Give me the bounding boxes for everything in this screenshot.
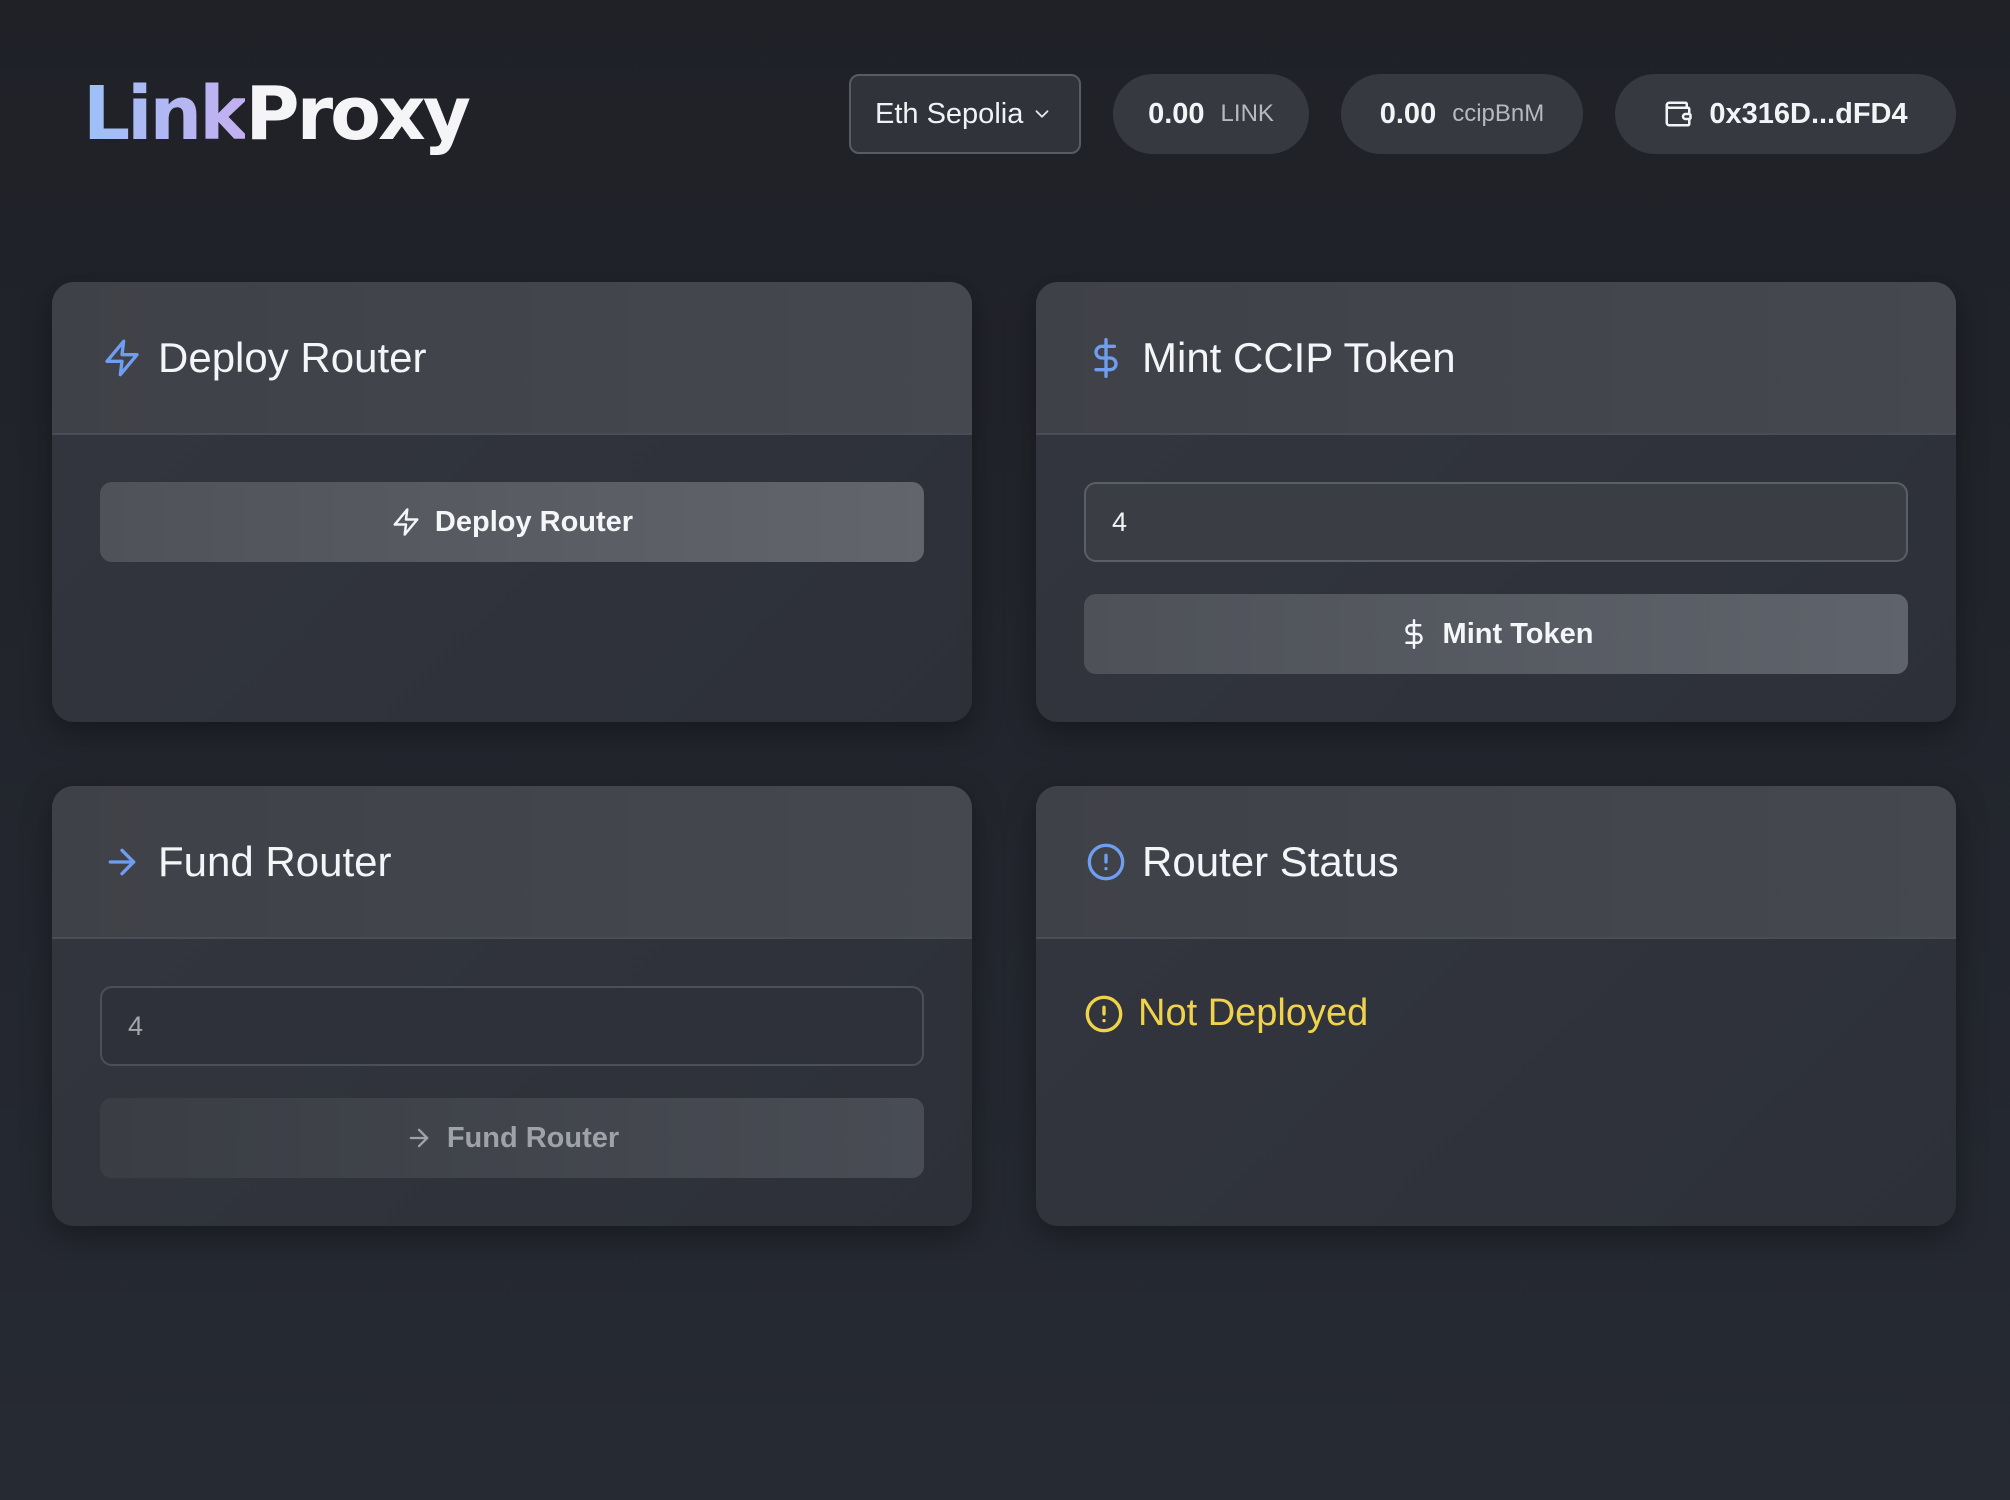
fund-amount-value: 4	[128, 1010, 144, 1041]
logo-link-text: Link	[83, 71, 248, 157]
mint-token-button[interactable]: Mint Token	[1084, 594, 1908, 674]
app-logo[interactable]: LinkProxy	[83, 64, 471, 164]
alert-circle-icon	[1085, 995, 1123, 1032]
link-balance-unit: LINK	[1220, 100, 1274, 127]
deploy-router-card-header: Deploy Router	[52, 282, 972, 435]
mint-token-button-label: Mint Token	[1442, 617, 1594, 650]
router-status-card-header: Router Status	[1036, 786, 1956, 939]
alert-circle-icon	[1087, 843, 1125, 880]
router-status-text: Not Deployed	[1138, 992, 1369, 1034]
fund-router-card-header: Fund Router	[52, 786, 972, 939]
mint-token-card-header: Mint CCIP Token	[1036, 282, 1956, 435]
chevron-down-icon	[1035, 110, 1049, 118]
deploy-router-card: Deploy Router Deploy Router	[52, 282, 972, 722]
fund-router-card: Fund Router 4 Fund Router	[52, 786, 972, 1226]
wallet-icon	[1665, 101, 1693, 127]
dollar-icon	[1094, 337, 1118, 378]
bnm-balance-unit: ccipBnM	[1452, 100, 1545, 127]
bnm-balance-pill: 0.00 ccipBnM	[1341, 74, 1583, 154]
top-bar: LinkProxy Eth Sepolia 0.00 LINK 0.00 cci…	[0, 0, 2010, 230]
wallet-address: 0x316D...dFD4	[1709, 97, 1908, 130]
lightning-icon	[393, 508, 419, 536]
arrow-right-icon	[409, 1128, 429, 1148]
deploy-router-button-label: Deploy Router	[434, 505, 634, 538]
lightning-icon	[105, 339, 139, 376]
router-status-indicator: Not Deployed	[1084, 992, 1908, 1035]
bnm-balance-value: 0.00	[1379, 97, 1437, 130]
fund-router-title: Fund Router	[158, 837, 392, 885]
mint-token-card: Mint CCIP Token 4 Mint Token	[1036, 282, 1956, 722]
fund-router-button[interactable]: Fund Router	[100, 1098, 924, 1178]
arrow-right-icon	[108, 848, 136, 875]
mint-amount-input[interactable]: 4	[1084, 482, 1908, 562]
network-label: Eth Sepolia	[875, 97, 1024, 130]
deploy-router-button[interactable]: Deploy Router	[100, 482, 924, 562]
wallet-button[interactable]: 0x316D...dFD4	[1615, 74, 1956, 154]
fund-amount-input[interactable]: 4	[100, 986, 924, 1066]
logo-proxy-text: Proxy	[245, 71, 471, 157]
dollar-icon	[1404, 619, 1423, 649]
mint-token-title: Mint CCIP Token	[1142, 333, 1456, 381]
router-status-title: Router Status	[1142, 837, 1399, 885]
link-balance-pill: 0.00 LINK	[1113, 74, 1309, 154]
network-select[interactable]: Eth Sepolia	[849, 74, 1081, 154]
link-balance-value: 0.00	[1148, 97, 1205, 130]
fund-router-button-label: Fund Router	[446, 1121, 620, 1154]
mint-amount-value: 4	[1112, 506, 1128, 537]
router-status-card: Router Status Not Deployed	[1036, 786, 1956, 1226]
deploy-router-title: Deploy Router	[158, 333, 427, 381]
